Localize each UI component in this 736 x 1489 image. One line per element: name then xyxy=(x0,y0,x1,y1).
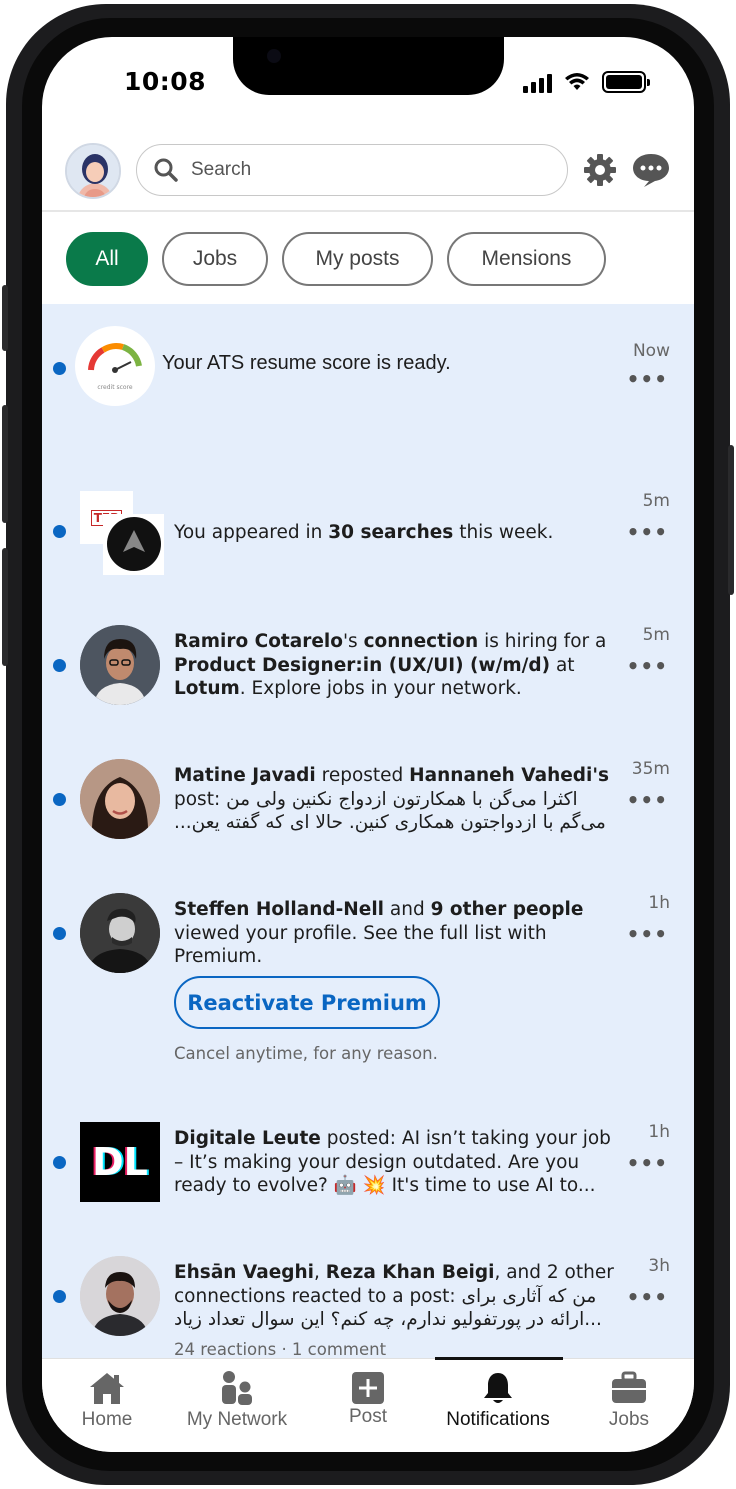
unread-dot xyxy=(53,793,66,806)
more-options-icon[interactable]: ••• xyxy=(627,1151,668,1175)
side-button xyxy=(728,445,734,595)
notification-time: 1h xyxy=(648,893,670,913)
notification-time: Now xyxy=(632,341,670,361)
notification-feed: credit score Your ATS resume score is re… xyxy=(42,304,694,1359)
bell-icon xyxy=(484,1373,512,1403)
filter-all[interactable]: All xyxy=(66,232,148,286)
side-button xyxy=(2,285,8,351)
network-icon xyxy=(222,1371,252,1405)
notification-text: Matine Javadi reposted Hannaneh Vahedi's… xyxy=(174,765,610,833)
filter-mentions[interactable]: Mensions xyxy=(447,232,606,286)
logo-caption: credit score xyxy=(97,384,133,391)
camera xyxy=(267,49,281,63)
unread-dot xyxy=(53,525,66,538)
briefcase-icon xyxy=(612,1371,646,1403)
bottom-nav: Home My Network Post Notifications Jobs xyxy=(42,1357,694,1452)
unread-dot xyxy=(53,1156,66,1169)
header-divider xyxy=(42,210,694,212)
nav-jobs[interactable]: Jobs xyxy=(564,1359,694,1452)
notch xyxy=(233,37,504,95)
home-icon xyxy=(90,1373,124,1404)
side-button xyxy=(2,405,8,523)
post-icon xyxy=(352,1372,384,1404)
messaging-icon[interactable] xyxy=(631,152,671,188)
notification-time: 35m xyxy=(631,759,670,779)
signal-icon xyxy=(523,71,552,93)
profile-avatar[interactable] xyxy=(65,143,121,199)
screen: 10:08 Search All Jobs My posts Mensions … xyxy=(42,37,694,1452)
reactions-summary[interactable]: 24 reactions · 1 comment xyxy=(174,1340,386,1359)
notification-text: Ramiro Cotarelo's connection is hiring f… xyxy=(174,631,607,699)
reactivate-premium-button[interactable]: Reactivate Premium xyxy=(174,976,440,1029)
search-placeholder: Search xyxy=(191,159,252,180)
more-options-icon[interactable]: ••• xyxy=(627,1285,668,1309)
avatar xyxy=(80,625,160,705)
status-icons xyxy=(523,71,650,93)
cta-note: Cancel anytime, for any reason. xyxy=(174,1044,438,1063)
notification-text: You appeared in 30 searches this week. xyxy=(174,522,554,543)
status-time: 10:08 xyxy=(124,67,207,96)
top-bar: Search xyxy=(42,141,694,213)
nav-home[interactable]: Home xyxy=(42,1359,172,1452)
notification-time: 5m xyxy=(642,491,670,511)
filter-chips: All Jobs My posts Mensions xyxy=(66,232,606,286)
avatar xyxy=(80,893,160,973)
more-options-icon[interactable]: ••• xyxy=(627,788,668,812)
notification-text: Ehsān Vaeghi, Reza Khan Beigi, and 2 oth… xyxy=(174,1262,614,1330)
credit-score-logo: credit score xyxy=(75,326,155,406)
avatar xyxy=(80,759,160,839)
more-options-icon[interactable]: ••• xyxy=(627,654,668,678)
notification-time: 3h xyxy=(648,1256,670,1276)
company-logo xyxy=(103,514,164,575)
notification-time: 1h xyxy=(648,1122,670,1142)
more-options-icon[interactable]: ••• xyxy=(627,922,668,946)
notification-time: 5m xyxy=(642,625,670,645)
more-options-icon[interactable]: ••• xyxy=(627,367,668,391)
filter-jobs[interactable]: Jobs xyxy=(162,232,268,286)
nav-my-network[interactable]: My Network xyxy=(172,1359,302,1452)
side-button xyxy=(2,548,8,666)
nav-notifications[interactable]: Notifications xyxy=(433,1359,563,1452)
gear-icon[interactable] xyxy=(582,152,618,188)
unread-dot xyxy=(53,1290,66,1303)
company-logo: DL xyxy=(80,1122,160,1202)
notification-text: Digitale Leute posted: AI isn’t taking y… xyxy=(174,1128,611,1196)
unread-dot xyxy=(53,362,66,375)
wifi-icon xyxy=(565,73,589,90)
search-icon xyxy=(154,158,178,182)
unread-dot xyxy=(53,927,66,940)
battery-icon xyxy=(602,71,650,93)
notification-text: Steffen Holland-Nell and 9 other people … xyxy=(174,899,584,967)
unread-dot xyxy=(53,659,66,672)
search-input[interactable]: Search xyxy=(136,144,568,196)
more-options-icon[interactable]: ••• xyxy=(627,520,668,544)
avatar xyxy=(80,1256,160,1336)
nav-post[interactable]: Post xyxy=(303,1359,433,1452)
filter-my-posts[interactable]: My posts xyxy=(282,232,433,286)
notification-text: Your ATS resume score is ready. xyxy=(162,352,451,374)
